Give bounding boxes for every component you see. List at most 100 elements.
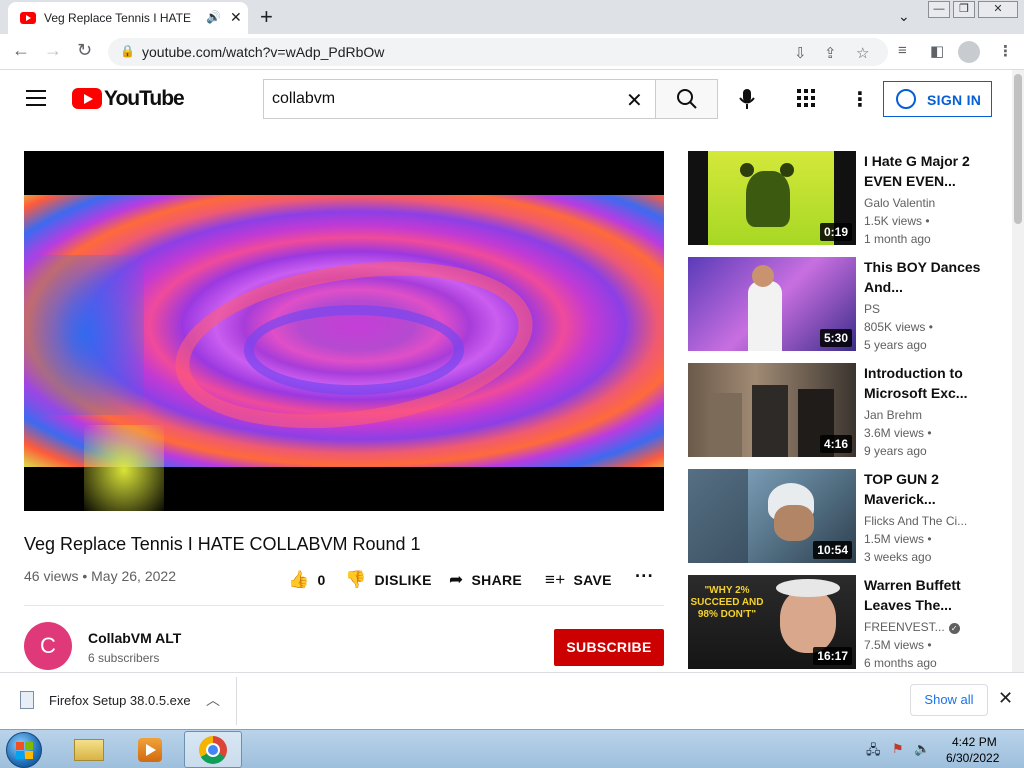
clock-date[interactable]: 6/30/2022 [946,751,999,765]
duration-badge: 0:19 [819,223,852,241]
download-filename[interactable]: Firefox Setup 38.0.5.exe [49,693,191,708]
video-thumbnail[interactable]: "WHY 2% SUCCEED AND 98% DON'T" 16:17 [688,575,856,669]
recommendation-views: 805K views • [864,320,933,334]
youtube-wordmark[interactable]: YouTube [104,87,185,111]
recommendation-age: 5 years ago [864,338,927,352]
show-all-button[interactable]: Show all [910,684,988,716]
recommendation-views: 1.5K views • [864,214,930,228]
dislike-button[interactable]: 👎 DISLIKE [345,570,432,590]
side-panel-icon[interactable]: ◧ [930,42,944,60]
close-download-bar-icon[interactable]: ✕ [998,688,1013,709]
playlist-add-icon: ≡+ [545,570,566,589]
share-button[interactable]: ➦ SHARE [449,570,522,590]
recommendation-title[interactable]: Introduction to Microsoft Exc... [864,363,982,403]
install-icon[interactable]: ⇩ [794,44,807,62]
network-icon[interactable]: 🖧 [866,741,881,763]
recommendation-title[interactable]: I Hate G Major 2 EVEN EVEN... [864,151,982,191]
microphone-button[interactable] [736,87,758,117]
close-window-button[interactable]: ✕ [978,1,1018,18]
settings-more-icon[interactable]: ⋮ [850,87,870,112]
recommendation-title[interactable]: This BOY Dances And... [864,257,982,297]
forward-arrow-icon[interactable]: → [44,40,62,61]
recommendation-views: 7.5M views • [864,638,932,652]
duration-badge: 16:17 [813,647,852,665]
youtube-logo-icon[interactable] [72,88,102,109]
account-circle-icon [896,89,916,109]
search-input[interactable] [264,80,624,118]
installer-file-icon [20,691,34,709]
subscribe-button[interactable]: SUBSCRIBE [554,629,664,666]
explorer-taskbar-icon[interactable] [62,731,116,768]
reload-icon[interactable]: ↻ [77,40,92,61]
recommendation-item[interactable]: 10:54 TOP GUN 2 Maverick... Flicks And T… [688,469,988,564]
download-bar: Firefox Setup 38.0.5.exe ︿ Show all ✕ [0,672,1024,729]
back-arrow-icon[interactable]: ← [12,40,30,61]
youtube-favicon-icon [20,12,36,24]
video-meta: 46 views • May 26, 2022 [24,568,176,584]
like-button[interactable]: 👍 0 [288,570,326,590]
video-thumbnail[interactable]: 5:30 [688,257,856,351]
chevron-up-icon[interactable]: ︿ [206,690,220,710]
minimize-button[interactable]: — [928,1,950,18]
tab-search-chevron-icon[interactable]: ⌄ [898,8,910,25]
recommendation-item[interactable]: 0:19 I Hate G Major 2 EVEN EVEN... Galo … [688,151,988,246]
address-bar[interactable]: 🔒 youtube.com/watch?v=wAdp_PdRbOw ⇩ ⇪ ☆ [108,38,888,66]
recommendation-item[interactable]: 5:30 This BOY Dances And... PS 805K view… [688,257,988,352]
save-button[interactable]: ≡+ SAVE [545,570,612,590]
start-orb-icon[interactable] [6,732,42,768]
recommendation-item[interactable]: 4:16 Introduction to Microsoft Exc... Ja… [688,363,988,458]
more-actions-icon[interactable]: ··· [635,566,654,587]
recommendation-title[interactable]: TOP GUN 2 Maverick... [864,469,982,509]
recommendation-channel[interactable]: Galo Valentin [864,196,984,210]
profile-avatar-icon[interactable] [958,41,980,63]
microphone-icon [739,89,755,109]
video-thumbnail[interactable]: 10:54 [688,469,856,563]
recommendation-channel[interactable]: Flicks And The Ci... [864,514,984,528]
media-player-taskbar-icon[interactable] [122,731,176,768]
action-center-flag-icon[interactable]: ⚑ [892,741,904,757]
scrollbar-thumb[interactable] [1014,74,1022,224]
restore-button[interactable]: ❐ [953,1,975,18]
url-text[interactable]: youtube.com/watch?v=wAdp_PdRbOw [142,44,384,60]
tab-close-icon[interactable]: ✕ [230,9,242,26]
channel-avatar[interactable]: C [24,622,72,670]
apps-grid-icon[interactable] [797,89,815,107]
share-arrow-icon: ➦ [449,570,464,589]
chrome-taskbar-icon[interactable] [184,731,242,768]
clear-search-icon[interactable]: ✕ [626,88,643,113]
recommendation-channel[interactable]: FREENVEST... ✓ [864,620,984,634]
recommendation-channel[interactable]: Jan Brehm [864,408,984,422]
browser-tab-strip: Veg Replace Tennis I HATE COLLABVM Round… [0,0,1024,34]
video-thumbnail[interactable]: 4:16 [688,363,856,457]
volume-icon[interactable]: 🔈 [914,741,930,757]
video-thumbnail[interactable]: 0:19 [688,151,856,245]
page-scrollbar[interactable] [1012,70,1024,672]
search-button[interactable] [655,79,718,119]
search-box[interactable]: ✕ [263,79,656,119]
hamburger-menu-icon[interactable] [26,90,46,106]
video-frame [24,195,664,511]
sign-in-button[interactable]: SIGN IN [883,81,992,117]
recommendation-title[interactable]: Warren Buffett Leaves The... [864,575,982,615]
verified-check-icon: ✓ [948,623,960,634]
share-icon[interactable]: ⇪ [824,44,837,62]
divider [236,677,237,725]
clock-time[interactable]: 4:42 PM [952,735,997,749]
audio-playing-icon[interactable]: 🔊 [206,10,221,24]
duration-badge: 10:54 [813,541,852,559]
browser-tab[interactable]: Veg Replace Tennis I HATE COLLABVM Round… [8,2,248,34]
recommendation-age: 1 month ago [864,232,931,246]
browser-menu-icon[interactable]: ⋮ [998,42,1013,60]
recommendation-age: 9 years ago [864,444,927,458]
recommendation-item[interactable]: "WHY 2% SUCCEED AND 98% DON'T" 16:17 War… [688,575,988,670]
recommendation-channel[interactable]: PS [864,302,984,316]
media-control-icon[interactable]: ≡ [898,42,907,59]
video-player[interactable] [24,151,664,511]
bookmark-star-icon[interactable]: ☆ [856,44,869,62]
new-tab-button[interactable]: + [260,4,273,30]
video-title: Veg Replace Tennis I HATE COLLABVM Round… [24,534,421,554]
thumbs-down-icon: 👎 [345,570,367,589]
channel-name[interactable]: CollabVM ALT [88,630,181,646]
lock-icon[interactable]: 🔒 [120,44,135,58]
subscriber-count: 6 subscribers [88,651,160,665]
